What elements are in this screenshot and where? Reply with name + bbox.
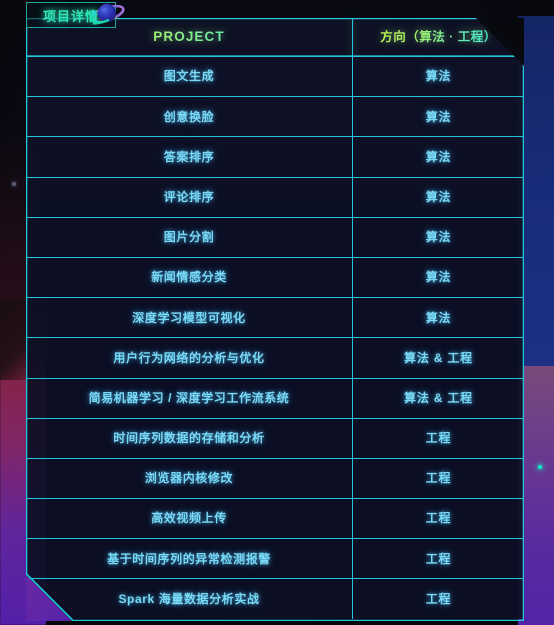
panel-stage: PROJECT 方向（算法 · 工程） 图文生成 算法 创意换脸 算法 答案排序… [0, 0, 554, 625]
planet-icon [86, 0, 128, 30]
project-table-frame: PROJECT 方向（算法 · 工程） 图文生成 算法 创意换脸 算法 答案排序… [26, 18, 524, 621]
background-particle-right [538, 465, 542, 469]
background-particle-left [12, 182, 16, 186]
background-right-top-notch [518, 0, 554, 16]
table-outline [26, 18, 524, 621]
